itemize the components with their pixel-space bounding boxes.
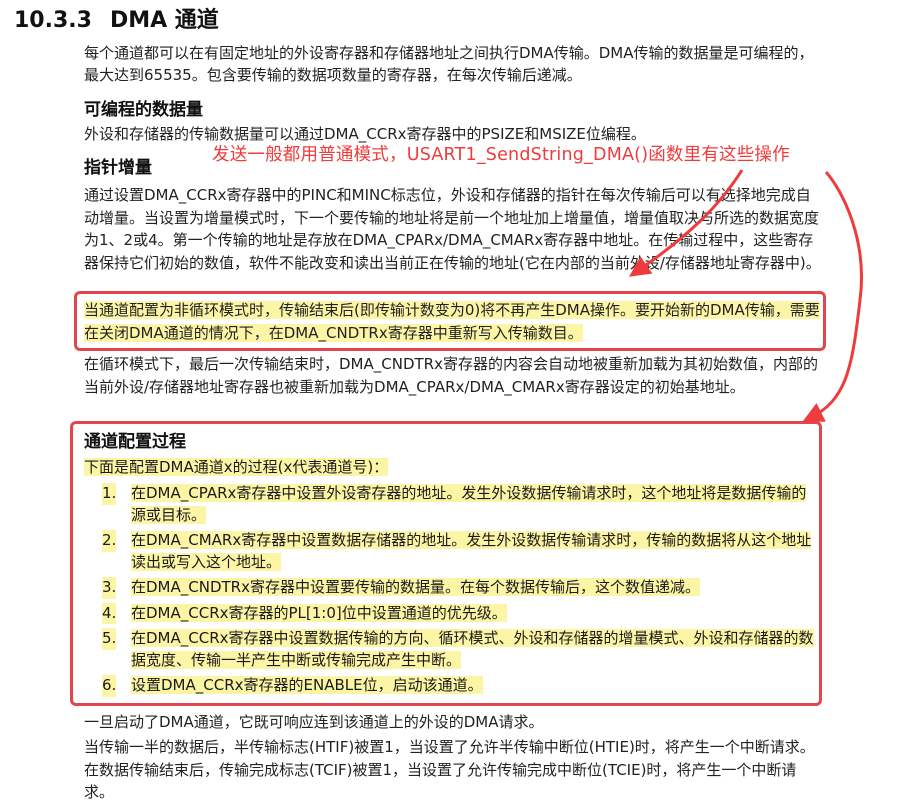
step-number: 2. <box>102 530 117 552</box>
step-number: 1. <box>102 483 117 505</box>
step-number: 3. <box>102 577 117 599</box>
list-item: 2. 在DMA_CMARx寄存器中设置数据存储器的地址。发生外设数据传输请求时，传… <box>84 530 820 573</box>
after-start-paragraph: 一旦启动了DMA通道，它既可响应连到该通道上的外设的DMA请求。 <box>84 713 544 731</box>
section-number: 10.3.3 <box>14 8 92 33</box>
circular-paragraph: 在循环模式下，最后一次传输结束时，DMA_CNDTRx寄存器的内容会自动地被重新… <box>84 355 818 396</box>
step-text: 在DMA_CPARx寄存器中设置外设寄存器的地址。发生外设数据传输请求时，这个地… <box>131 484 807 524</box>
noncircular-text: 当通道配置为非循环模式时，传输结束后(即传输计数变为0)将不再产生DMA操作。要… <box>84 301 820 342</box>
step-text: 在DMA_CCRx寄存器的PL[1:0]位中设置通道的优先级。 <box>131 603 507 622</box>
noncircular-paragraph: 当通道配置为非循环模式时，传输结束后(即传输计数变为0)将不再产生DMA操作。要… <box>84 299 820 344</box>
config-steps: 1. 在DMA_CPARx寄存器中设置外设寄存器的地址。发生外设数据传输请求时，这… <box>84 483 820 701</box>
step-number: 5. <box>102 628 117 650</box>
section-heading: DMA 通道 <box>109 8 219 33</box>
step-text: 在DMA_CMARx寄存器中设置数据存储器的地址。发生外设数据传输请求时，传输的… <box>131 531 812 571</box>
intro-paragraph: 每个通道都可以在有固定地址的外设寄存器和存储器地址之间执行DMA传输。DMA传输… <box>84 44 814 84</box>
step-text: 在DMA_CNDTRx寄存器中设置要传输的数据量。在每个数据传输后，这个数值递减… <box>131 578 700 596</box>
section-title: 10.3.3 DMA 通道 <box>14 2 219 34</box>
handwritten-annotation: 发送一般都用普通模式，USART1_SendString_DMA()函数里有这些… <box>212 145 790 165</box>
step-text: 设置DMA_CCRx寄存器的ENABLE位，启动该通道。 <box>131 676 483 694</box>
interrupts-paragraph: 当传输一半的数据后，半传输标志(HTIF)被置1，当设置了允许半传输中断位(HT… <box>84 738 815 801</box>
list-item: 3. 在DMA_CNDTRx寄存器中设置要传输的数据量。在每个数据传输后，这个数值… <box>84 577 820 599</box>
list-item: 4. 在DMA_CCRx寄存器的PL[1:0]位中设置通道的优先级。 <box>84 602 820 624</box>
config-lead: 下面是配置DMA通道x的过程(x代表通道号)： <box>84 457 389 477</box>
list-item: 5. 在DMA_CCRx寄存器中设置数据传输的方向、循环模式、外设和存储器的增量模… <box>84 628 820 671</box>
pointer-heading: 指针增量 <box>84 158 152 178</box>
programmable-heading: 可编程的数据量 <box>84 100 203 120</box>
step-text: 在DMA_CCRx寄存器中设置数据传输的方向、循环模式、外设和存储器的增量模式、… <box>131 629 814 669</box>
step-number: 6. <box>102 675 117 697</box>
list-item: 1. 在DMA_CPARx寄存器中设置外设寄存器的地址。发生外设数据传输请求时，这… <box>84 483 820 526</box>
list-item: 6. 设置DMA_CCRx寄存器的ENABLE位，启动该通道。 <box>84 675 820 697</box>
pointer-paragraph: 通过设置DMA_CCRx寄存器中的PINC和MINC标志位，外设和存储器的指针在… <box>84 186 821 272</box>
config-lead-text: 下面是配置DMA通道x的过程(x代表通道号)： <box>84 458 389 476</box>
config-heading: 通道配置过程 <box>84 432 186 452</box>
step-number: 4. <box>102 602 117 624</box>
